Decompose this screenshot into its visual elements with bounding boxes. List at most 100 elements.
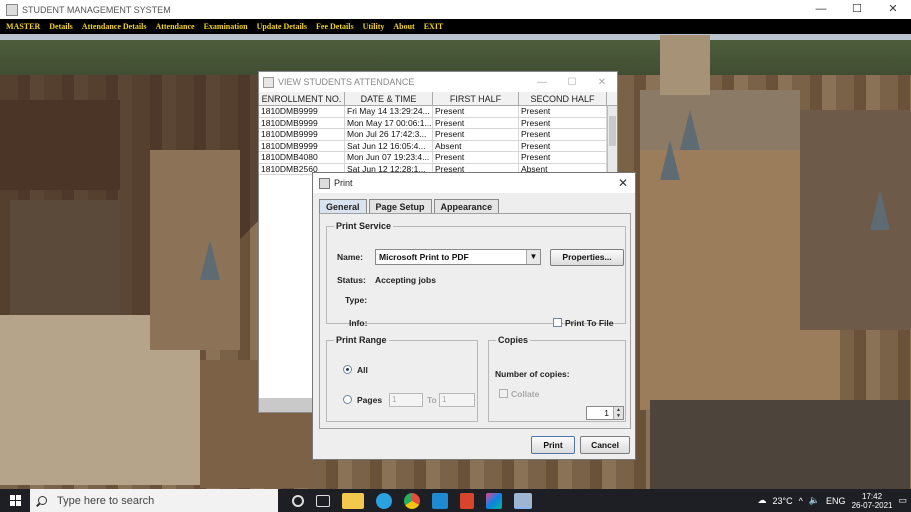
column-header-enrollment[interactable]: ENROLLMENT NO. xyxy=(259,92,345,105)
to-label: To xyxy=(427,395,437,405)
column-header-second-half[interactable]: SECOND HALF xyxy=(519,92,607,105)
weather-temp[interactable]: 23°C xyxy=(772,496,792,506)
tab-general[interactable]: General xyxy=(319,199,367,213)
cell-enrollment: 1810DMB9999 xyxy=(259,117,345,128)
menu-details[interactable]: Details xyxy=(49,22,73,31)
pages-from-input[interactable]: 1 xyxy=(389,393,423,407)
scrollbar-thumb[interactable] xyxy=(609,116,616,146)
spire xyxy=(200,240,220,280)
close-button[interactable]: ✕ xyxy=(875,0,911,19)
maximize-button[interactable]: ☐ xyxy=(839,0,875,19)
cancel-button[interactable]: Cancel xyxy=(580,436,630,454)
edge-icon[interactable] xyxy=(376,492,392,509)
taskbar-search[interactable]: Type here to search xyxy=(30,489,278,512)
spinner-down-icon[interactable]: ▼ xyxy=(613,413,623,419)
cell-date-time: Fri May 14 13:29:24... xyxy=(345,106,433,117)
cell-second-half: Present xyxy=(519,129,607,140)
pages-radio[interactable] xyxy=(343,395,352,404)
cell-date-time: Mon Jun 07 19:23:4... xyxy=(345,152,433,163)
attendance-window-title: VIEW STUDENTS ATTENDANCE xyxy=(278,77,415,87)
building xyxy=(0,100,120,190)
menu-update-details[interactable]: Update Details xyxy=(257,22,307,31)
cell-enrollment: 1810DMB4080 xyxy=(259,152,345,163)
table-header: ENROLLMENT NO. DATE & TIME FIRST HALF SE… xyxy=(259,92,617,106)
spire xyxy=(680,110,700,150)
cell-second-half: Present xyxy=(519,152,607,163)
table-row[interactable]: 1810DMB9999 Mon May 17 00:06:1... Presen… xyxy=(259,117,607,129)
copies-value: 1 xyxy=(604,408,609,418)
menu-attendance-details[interactable]: Attendance Details xyxy=(82,22,147,31)
java-icon[interactable] xyxy=(514,492,532,509)
building xyxy=(150,150,240,350)
file-explorer-icon[interactable] xyxy=(342,492,364,509)
search-placeholder: Type here to search xyxy=(57,494,155,507)
java-app-icon xyxy=(6,3,18,16)
cell-first-half: Present xyxy=(433,152,519,163)
info-label: Info: xyxy=(349,318,368,328)
cell-enrollment: 1810DMB9999 xyxy=(259,106,345,117)
tab-page-setup[interactable]: Page Setup xyxy=(368,199,432,213)
cell-second-half: Present xyxy=(519,117,607,128)
print-range-group: Print Range All Pages 1 To 1 xyxy=(326,335,478,422)
collate-label: Collate xyxy=(511,389,540,399)
clock[interactable]: 17:42 26-07-2021 xyxy=(852,492,893,510)
maximize-button[interactable]: ☐ xyxy=(557,77,587,88)
menu-attendance[interactable]: Attendance xyxy=(155,22,194,31)
print-to-file-label: Print To File xyxy=(565,318,614,328)
chapel-tower xyxy=(660,35,710,95)
column-header-date-time[interactable]: DATE & TIME xyxy=(345,92,433,105)
weather-cloud-icon[interactable]: ☁ xyxy=(757,495,766,506)
close-icon[interactable]: ✕ xyxy=(611,176,635,190)
all-radio[interactable] xyxy=(343,365,352,374)
print-tabs: General Page Setup Appearance xyxy=(313,193,635,215)
clock-date: 26-07-2021 xyxy=(851,500,893,510)
chevron-up-icon[interactable]: ^ xyxy=(799,496,803,506)
app-icon[interactable] xyxy=(486,492,502,509)
menu-examination[interactable]: Examination xyxy=(204,22,248,31)
table-row[interactable]: 1810DMB9999 Fri May 14 13:29:24... Prese… xyxy=(259,106,607,118)
app-title: STUDENT MANAGEMENT SYSTEM xyxy=(22,4,171,15)
volume-icon[interactable]: 🔈 xyxy=(809,495,820,506)
copies-spinner[interactable]: 1 ▲ ▼ xyxy=(586,406,624,420)
vscode-icon[interactable] xyxy=(432,492,448,509)
menu-exit[interactable]: EXIT xyxy=(424,22,444,31)
start-button[interactable] xyxy=(0,489,30,512)
minimize-button[interactable]: — xyxy=(527,77,557,88)
chevron-down-icon[interactable]: ▼ xyxy=(526,250,540,264)
cell-date-time: Mon May 17 00:06:1... xyxy=(347,117,433,128)
printer-name-select[interactable]: Microsoft Print to PDF ▼ xyxy=(375,249,541,265)
menu-master[interactable]: MASTER xyxy=(6,22,40,31)
all-label: All xyxy=(357,365,368,375)
properties-button[interactable]: Properties... xyxy=(550,249,624,266)
print-button[interactable]: Print xyxy=(531,436,575,454)
menu-utility[interactable]: Utility xyxy=(363,22,385,31)
chrome-icon[interactable] xyxy=(404,492,420,509)
close-button[interactable]: ✕ xyxy=(587,77,617,88)
task-view-icon[interactable] xyxy=(316,494,330,507)
cell-first-half: Present xyxy=(433,106,519,117)
cell-second-half: Present xyxy=(519,106,607,117)
table-row[interactable]: 1810DMB9999 Mon Jul 26 17:42:3... Presen… xyxy=(259,129,607,141)
cell-date-time: Sat Jun 12 16:05:4... xyxy=(345,140,433,151)
system-tray: ☁ 23°C ^ 🔈 ENG 17:42 26-07-2021 ▭ xyxy=(757,489,911,512)
cortana-icon[interactable] xyxy=(292,494,304,507)
java-app-icon xyxy=(319,177,330,189)
collate-checkbox[interactable] xyxy=(499,389,508,398)
print-dialog: Print ✕ General Page Setup Appearance Pr… xyxy=(312,172,636,460)
menu-about[interactable]: About xyxy=(393,22,414,31)
pages-label: Pages xyxy=(357,395,383,405)
minimize-button[interactable]: — xyxy=(803,0,839,19)
menu-fee-details[interactable]: Fee Details xyxy=(316,22,354,31)
app-titlebar: STUDENT MANAGEMENT SYSTEM — ☐ ✕ xyxy=(0,0,911,19)
tab-appearance[interactable]: Appearance xyxy=(433,199,500,213)
print-to-file-checkbox[interactable] xyxy=(553,318,562,327)
java-app-icon xyxy=(263,76,274,88)
pages-to-input[interactable]: 1 xyxy=(439,393,475,407)
column-header-first-half[interactable]: FIRST HALF xyxy=(433,92,519,105)
office-icon[interactable] xyxy=(460,492,474,509)
cell-enrollment: 1810DMB9999 xyxy=(259,129,345,140)
table-row[interactable]: 1810DMB4080 Mon Jun 07 19:23:4... Presen… xyxy=(259,152,607,164)
table-row[interactable]: 1810DMB9999 Sat Jun 12 16:05:4... Absent… xyxy=(259,140,607,152)
language-indicator[interactable]: ENG xyxy=(826,496,846,506)
notification-icon[interactable]: ▭ xyxy=(898,495,907,506)
